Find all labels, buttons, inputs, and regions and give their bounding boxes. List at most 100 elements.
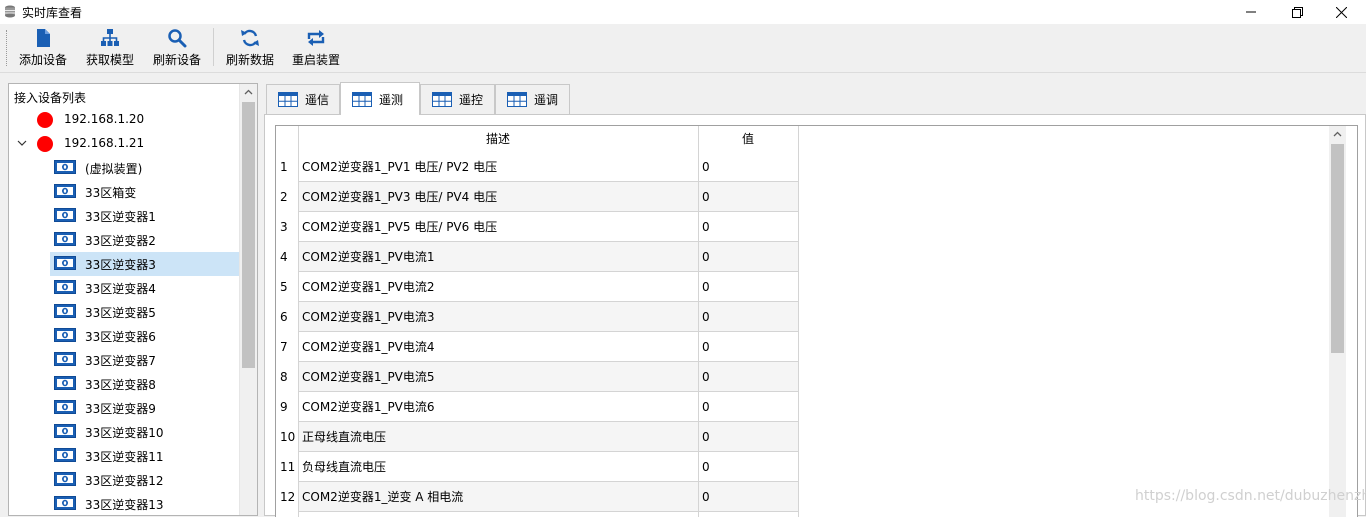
tab-remote-control[interactable]: 遥控 <box>420 84 495 114</box>
device-icon <box>54 304 76 318</box>
tree-device-item[interactable]: 33区逆变器6 <box>9 324 241 348</box>
refresh-device-button[interactable]: 刷新设备 <box>152 28 202 68</box>
row-number[interactable]: 5 <box>276 272 298 302</box>
sitemap-icon <box>101 29 119 46</box>
desc-cell[interactable]: 正母线直流电压 <box>298 422 698 452</box>
tree-device-item[interactable]: 33区逆变器8 <box>9 372 241 396</box>
value-cell[interactable]: 0 <box>698 272 798 302</box>
retweet-icon <box>307 30 325 46</box>
get-model-button[interactable]: 获取模型 <box>85 28 135 68</box>
row-number[interactable]: 4 <box>276 242 298 272</box>
value-cell[interactable]: 0 <box>698 392 798 422</box>
scrollbar-thumb[interactable] <box>242 102 255 368</box>
tab-remote-adjust[interactable]: 遥调 <box>495 84 570 114</box>
toolbar-separator <box>213 28 214 66</box>
row-number[interactable]: 1 <box>276 152 298 182</box>
desc-cell[interactable]: COM2逆变器1_PV电流5 <box>298 362 698 392</box>
tree-device-item[interactable]: 33区逆变器12 <box>9 468 241 492</box>
row-number[interactable]: 11 <box>276 452 298 482</box>
value-cell[interactable]: 0 <box>698 332 798 362</box>
table-icon <box>352 91 372 107</box>
tree-device-item[interactable]: 33区逆变器5 <box>9 300 241 324</box>
scroll-up-arrow-icon[interactable] <box>1333 130 1342 139</box>
device-icon <box>54 424 76 438</box>
minimize-button[interactable] <box>1228 0 1274 24</box>
table-icon <box>507 92 527 107</box>
row-number[interactable]: 6 <box>276 302 298 332</box>
tree-device-label: 33区逆变器11 <box>85 450 164 464</box>
value-cell[interactable]: 0 <box>698 212 798 242</box>
desc-cell[interactable]: COM2逆变器1_PV5 电压/ PV6 电压 <box>298 212 698 242</box>
value-cell[interactable]: 0 <box>698 182 798 212</box>
value-cell[interactable]: 0 <box>698 152 798 182</box>
maximize-button[interactable] <box>1274 0 1320 24</box>
device-tree[interactable]: 接入设备列表 192.168.1.20 192.168.1.21 (虚拟装置) 3… <box>8 83 258 516</box>
row-number[interactable]: 2 <box>276 182 298 212</box>
tree-device-item[interactable]: 33区逆变器2 <box>9 228 241 252</box>
desc-cell[interactable]: COM2逆变器1_逆变 A 相电流 <box>298 482 698 512</box>
value-cell[interactable]: 0 <box>698 242 798 272</box>
restart-device-button[interactable]: 重启装置 <box>291 28 341 68</box>
tree-device-item[interactable]: 33区逆变器10 <box>9 420 241 444</box>
column-header-value[interactable]: 值 <box>698 126 798 152</box>
row-number[interactable]: 9 <box>276 392 298 422</box>
row-number[interactable]: 8 <box>276 362 298 392</box>
tree-device-item[interactable]: 33区逆变器7 <box>9 348 241 372</box>
close-button[interactable] <box>1318 0 1364 24</box>
table-icon <box>432 92 452 107</box>
tab-remote-measure[interactable]: 遥测 <box>340 82 420 115</box>
value-cell[interactable]: 0 <box>698 422 798 452</box>
tree-device-item[interactable]: 33区逆变器11 <box>9 444 241 468</box>
desc-cell[interactable]: COM2逆变器1_PV3 电压/ PV4 电压 <box>298 182 698 212</box>
row-number[interactable]: 10 <box>276 422 298 452</box>
toolbar-grip[interactable] <box>6 30 9 66</box>
desc-cell[interactable]: COM2逆变器1_PV1 电压/ PV2 电压 <box>298 152 698 182</box>
tree-host-item[interactable]: 192.168.1.21 <box>9 132 241 156</box>
tree-device-item[interactable]: 33区逆变器4 <box>9 276 241 300</box>
row-number[interactable]: 3 <box>276 212 298 242</box>
desc-cell[interactable]: 负母线直流电压 <box>298 452 698 482</box>
minimize-icon <box>1246 11 1256 13</box>
tree-device-item[interactable]: 33区逆变器1 <box>9 204 241 228</box>
maximize-icon <box>1291 6 1303 18</box>
value-cell[interactable]: 0 <box>698 452 798 482</box>
desc-cell[interactable]: COM2逆变器1_PV电流2 <box>298 272 698 302</box>
table-scrollbar[interactable] <box>1329 126 1346 517</box>
scrollbar-thumb[interactable] <box>1331 144 1344 353</box>
chevron-down-icon[interactable] <box>16 137 28 149</box>
status-dot <box>37 112 53 128</box>
device-icon <box>54 376 76 390</box>
tree-device-label: 33区逆变器13 <box>85 498 164 512</box>
title-bar: 实时库查看 <box>0 0 1366 24</box>
device-icon <box>54 496 76 510</box>
tree-scrollbar[interactable] <box>239 84 257 515</box>
tab-content-panel: 描述 值 1 COM2逆变器1_PV1 电压/ PV2 电压 0 2 COM2逆变器1_… <box>264 114 1366 517</box>
tree-device-item[interactable]: 33区逆变器3 <box>9 252 241 276</box>
tree-header: 接入设备列表 <box>14 91 87 105</box>
tree-device-item[interactable]: (虚拟装置) <box>9 156 241 180</box>
tree-host-item[interactable]: 192.168.1.20 <box>9 108 241 132</box>
device-icon <box>54 352 76 366</box>
tree-device-label: 33区逆变器2 <box>85 234 156 248</box>
row-number[interactable]: 12 <box>276 482 298 512</box>
value-cell[interactable]: 0 <box>698 482 798 512</box>
device-icon <box>54 232 76 246</box>
add-device-button[interactable]: 添加设备 <box>18 28 68 68</box>
column-header-desc[interactable]: 描述 <box>298 126 698 152</box>
desc-cell[interactable]: COM2逆变器1_PV电流4 <box>298 332 698 362</box>
desc-cell[interactable]: COM2逆变器1_PV电流1 <box>298 242 698 272</box>
search-icon <box>168 29 187 48</box>
value-cell[interactable]: 0 <box>698 302 798 332</box>
row-number[interactable]: 7 <box>276 332 298 362</box>
tree-device-item[interactable]: 33区逆变器13 <box>9 492 241 515</box>
desc-cell[interactable]: COM2逆变器1_PV电流3 <box>298 302 698 332</box>
data-table[interactable]: 描述 值 1 COM2逆变器1_PV1 电压/ PV2 电压 0 2 COM2逆变器1_… <box>275 125 1358 517</box>
desc-cell[interactable]: COM2逆变器1_PV电流6 <box>298 392 698 422</box>
tree-device-item[interactable]: 33区逆变器9 <box>9 396 241 420</box>
tree-device-item[interactable]: 33区箱变 <box>9 180 241 204</box>
tree-device-label: 33区逆变器10 <box>85 426 164 440</box>
scroll-up-arrow-icon[interactable] <box>244 88 253 97</box>
tab-remote-signal[interactable]: 遥信 <box>266 84 340 114</box>
value-cell[interactable]: 0 <box>698 362 798 392</box>
refresh-data-button[interactable]: 刷新数据 <box>225 28 275 68</box>
